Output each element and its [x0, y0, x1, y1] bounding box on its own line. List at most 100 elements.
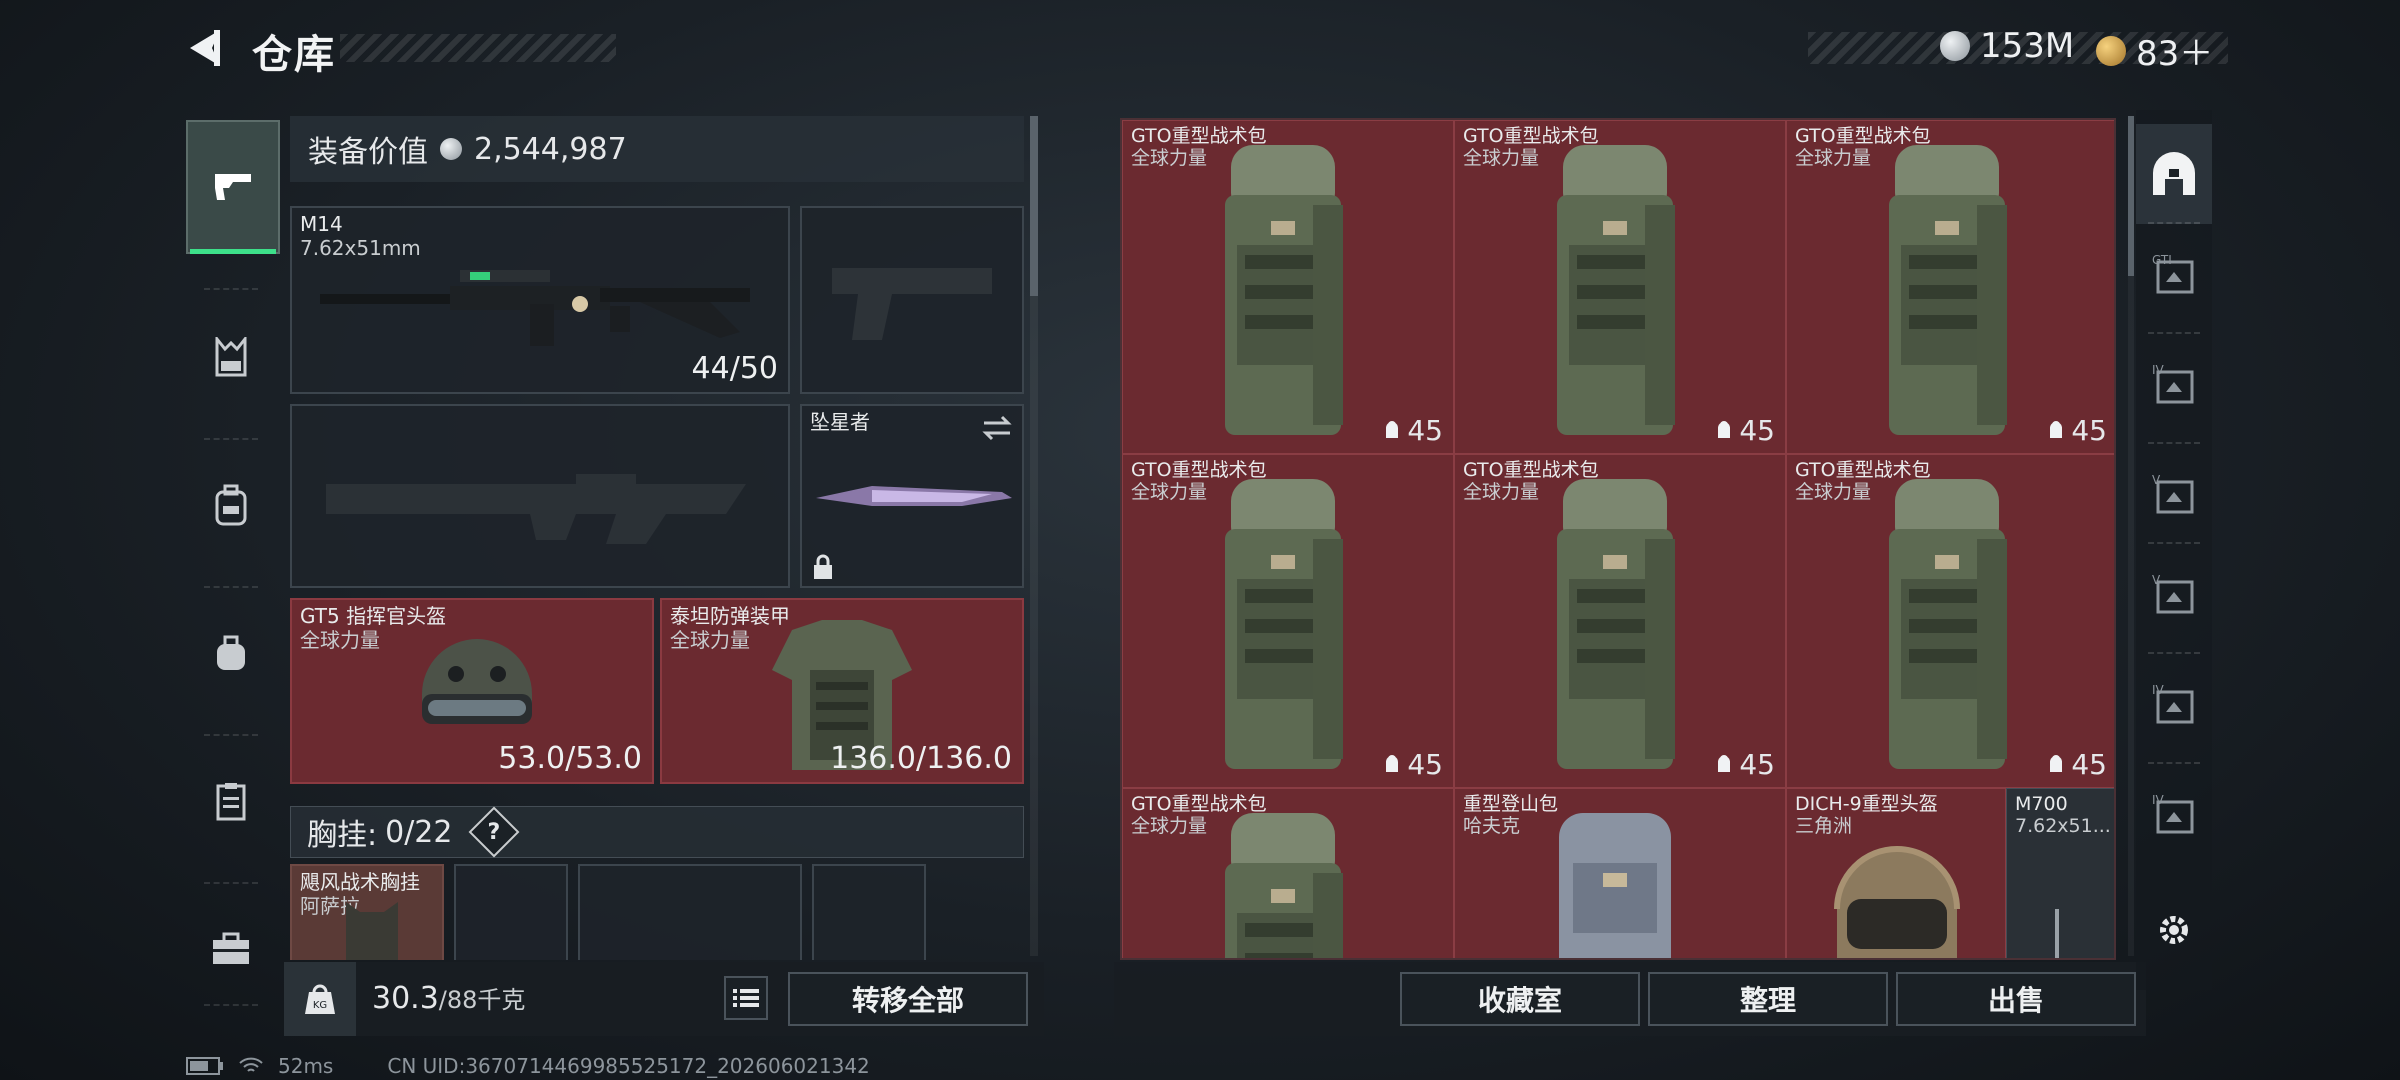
tier-v-container-icon: V	[2152, 573, 2194, 614]
melee-name: 坠星者	[810, 410, 870, 434]
item-quantity: 45	[2047, 748, 2107, 781]
stack-icon	[1386, 420, 1399, 438]
equipment-value-bar: 装备价值 2,544,987	[290, 116, 1024, 182]
silver-coin-icon	[440, 138, 462, 160]
pistol-slot[interactable]	[800, 206, 1024, 394]
settings-button[interactable]	[2136, 880, 2212, 980]
item-quantity-value: 45	[1407, 748, 1443, 781]
chest-rig-count: 0/22	[385, 814, 453, 850]
page-title: 仓库	[252, 32, 336, 78]
category-weapons[interactable]	[186, 120, 280, 254]
status-line: 52ms CN UID:3670714469985525172_20260602…	[186, 1054, 870, 1078]
help-button[interactable]: ?	[469, 806, 520, 858]
backpack-icon	[1889, 145, 2007, 435]
chest-rig-slot[interactable]	[578, 864, 802, 960]
sell-button[interactable]: 出售	[1896, 972, 2136, 1026]
storage-item[interactable]: GTO重型战术包 全球力量 45	[1454, 120, 1786, 454]
category-chest-rig[interactable]	[186, 292, 276, 422]
item-quantity: 45	[1715, 748, 1775, 781]
item-quantity-value: 45	[1739, 748, 1775, 781]
briefcase-icon	[213, 932, 249, 964]
storage-item[interactable]: DICH-9重型头盔 三角洲	[1786, 788, 2006, 958]
wifi-icon	[239, 1057, 263, 1072]
helmet-durability: 53.0/53.0	[498, 741, 642, 776]
currency-silver[interactable]: 153M	[1940, 26, 2074, 66]
back-icon[interactable]	[184, 26, 228, 70]
uid: CN UID:3670714469985525172_202606021342	[387, 1054, 870, 1078]
stack-icon	[1718, 420, 1731, 438]
tier-iv-container-icon: IV	[2152, 363, 2194, 404]
storage-scrollbar[interactable]	[2128, 116, 2134, 956]
item-name: 重型登山包	[1463, 793, 1559, 815]
inventory-footer: KG 30.3/88千克 转移全部	[284, 962, 1044, 1036]
primary-weapon-slot[interactable]: M14 7.62x51mm 44/50	[290, 206, 790, 394]
svg-text:IV: IV	[2152, 683, 2165, 697]
category-clipboard[interactable]	[186, 736, 276, 866]
item-quantity-value: 45	[1407, 414, 1443, 447]
tab-tier-iv-ammo[interactable]: IV	[2136, 766, 2212, 866]
backpack-icon	[1225, 479, 1343, 769]
collection-room-button[interactable]: 收藏室	[1400, 972, 1640, 1026]
category-bag[interactable]	[186, 588, 276, 718]
storage-item[interactable]: GTO重型战术包 全球力量 45	[1122, 120, 1454, 454]
tab-gti-container[interactable]: GTI	[2136, 226, 2212, 326]
tab-tier-iv-container[interactable]: IV	[2136, 336, 2212, 436]
swap-icon[interactable]	[980, 414, 1014, 442]
vest-icon	[346, 902, 398, 960]
melee-slot[interactable]: 坠星者	[800, 404, 1024, 588]
svg-text:KG: KG	[313, 1000, 327, 1011]
chest-rig-slot[interactable]	[454, 864, 568, 960]
clipboard-icon	[216, 783, 246, 821]
storage-item[interactable]: 重型登山包 哈夫克	[1454, 788, 1786, 958]
storage-item[interactable]: GTO重型战术包 全球力量 45	[1786, 120, 2114, 454]
category-rail	[186, 110, 280, 1010]
ping: 52ms	[278, 1054, 334, 1078]
tab-storage[interactable]	[2136, 124, 2212, 224]
stack-icon	[2050, 754, 2063, 772]
svg-text:IV: IV	[2152, 363, 2165, 377]
transfer-all-button[interactable]: 转移全部	[788, 972, 1028, 1026]
rail-separator	[2148, 332, 2200, 334]
rifle-barrel-icon	[2055, 909, 2059, 958]
storage-item[interactable]: GTO重型战术包 全球力量	[1122, 788, 1454, 958]
left-scrollbar[interactable]	[1030, 116, 1038, 956]
chest-rig-item[interactable]: 飓风战术胸挂 阿萨拉	[290, 864, 444, 960]
armor-durability: 136.0/136.0	[830, 741, 1012, 776]
category-backpack[interactable]	[186, 440, 276, 570]
current-weight: 30.3	[372, 981, 439, 1016]
storage-item[interactable]: M700 7.62x51...	[2006, 788, 2114, 958]
item-subtitle: 哈夫克	[1463, 815, 1521, 837]
gti-container-icon: GTI	[2152, 253, 2194, 294]
category-briefcase[interactable]	[186, 884, 276, 1014]
storage-grid: GTO重型战术包 全球力量 45 GTO重型战术包 全球力量 45 GTO重型战术包 全球力量…	[1120, 118, 2116, 960]
list-icon	[733, 989, 759, 1007]
chest-rig-slots: 飓风战术胸挂 阿萨拉	[290, 864, 1024, 960]
organize-button[interactable]: 整理	[1648, 972, 1888, 1026]
tab-tier-v-key[interactable]: V	[2136, 446, 2212, 546]
item-quantity: 45	[2047, 414, 2107, 447]
svg-text:GTI: GTI	[2152, 253, 2172, 267]
tab-tier-iv-medkit[interactable]: IV	[2136, 656, 2212, 756]
list-view-button[interactable]	[724, 976, 768, 1020]
tier-v-key-icon: V	[2152, 473, 2194, 514]
storage-item[interactable]: GTO重型战术包 全球力量 45	[1454, 454, 1786, 788]
rifle-silhouette-icon	[326, 474, 746, 544]
helmet-slot[interactable]: GT5 指挥官头盔 全球力量 53.0/53.0	[290, 598, 654, 784]
secondary-weapon-slot[interactable]	[290, 404, 790, 588]
rail-separator	[2148, 222, 2200, 224]
chest-rig-slot[interactable]	[812, 864, 926, 960]
chest-rig-icon	[215, 337, 247, 377]
tab-tier-v-container[interactable]: V	[2136, 546, 2212, 646]
pistol-silhouette-icon	[832, 268, 992, 340]
rail-separator	[2148, 442, 2200, 444]
armor-slot[interactable]: 泰坦防弹装甲 全球力量 136.0/136.0	[660, 598, 1024, 784]
bag-icon	[217, 635, 245, 670]
storage-item[interactable]: GTO重型战术包 全球力量 45	[1122, 454, 1454, 788]
rifle-icon	[320, 270, 750, 346]
gold-coin-icon	[2096, 35, 2126, 66]
currency-gold[interactable]: 83＋	[2096, 26, 2213, 75]
backpack-icon	[1889, 479, 2007, 769]
storage-item[interactable]: GTO重型战术包 全球力量 45	[1786, 454, 2114, 788]
storage-tab-icon	[2153, 152, 2195, 195]
rail-separator	[2148, 762, 2200, 764]
